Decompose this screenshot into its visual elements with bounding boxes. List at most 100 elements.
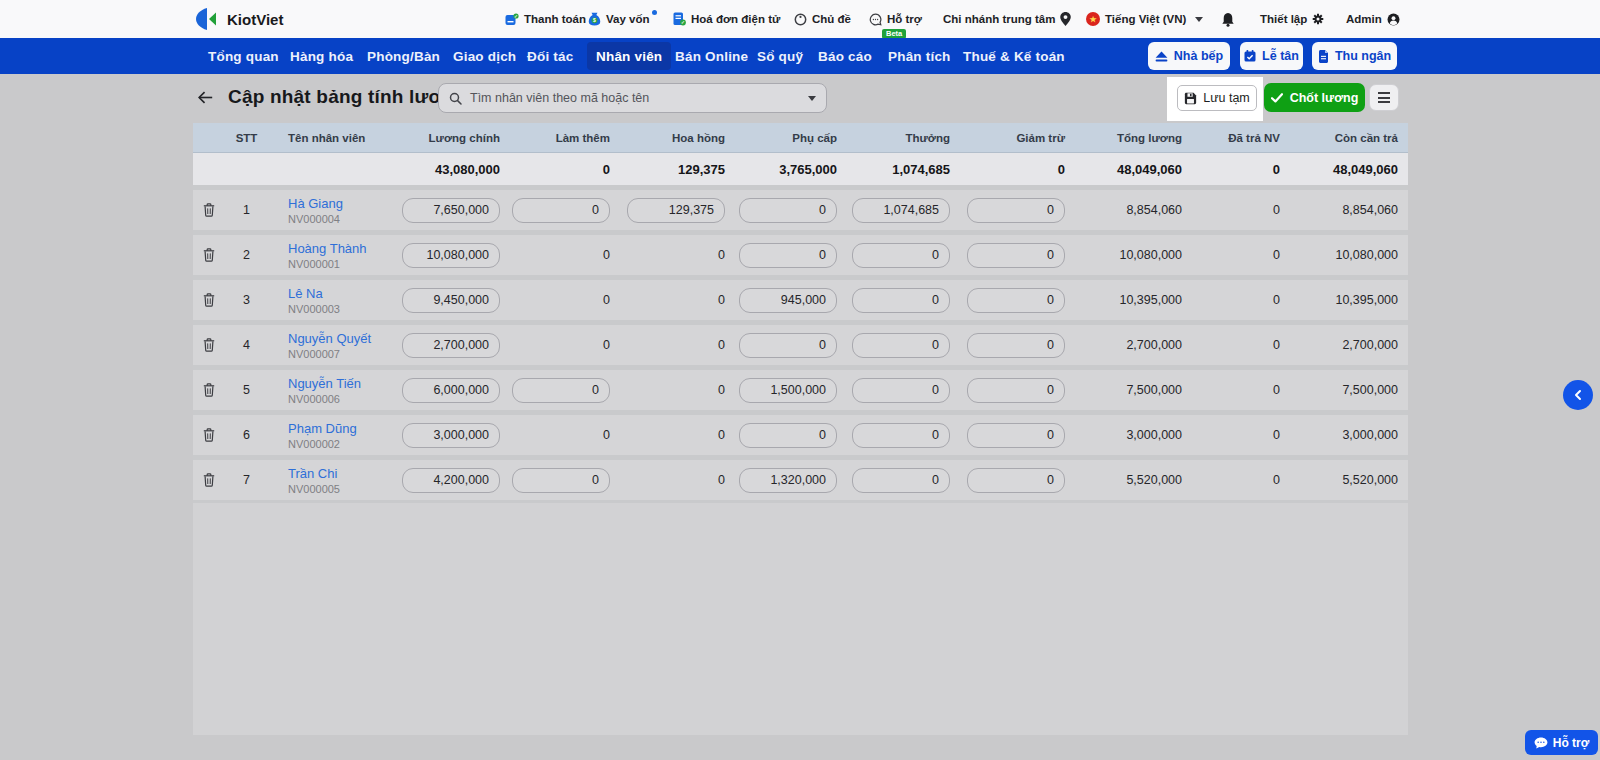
salary-input[interactable]: 129,375 xyxy=(627,198,725,223)
employee-name-link[interactable]: Nguyễn Quyết xyxy=(288,331,371,346)
salary-input[interactable]: 0 xyxy=(739,333,837,358)
trash-icon[interactable] xyxy=(203,338,215,352)
nha-bep-button[interactable]: Nhà bếp xyxy=(1148,42,1230,70)
nav-tab-10[interactable]: Phân tích xyxy=(888,38,951,74)
cell-4: 0 xyxy=(837,468,950,493)
salary-input[interactable]: 9,450,000 xyxy=(402,288,500,313)
trash-icon[interactable] xyxy=(203,203,215,217)
thu-ngan-button[interactable]: Thu ngân xyxy=(1312,42,1397,70)
employee-name-link[interactable]: Nguyễn Tiến xyxy=(288,376,361,391)
topbar-item-admin[interactable]: Admin xyxy=(1346,0,1400,38)
summary-value-0: 43,080,000 xyxy=(390,162,500,177)
table-row: 5Nguyễn TiếnNV0000066,000,000001,500,000… xyxy=(193,365,1408,410)
row-index: 3 xyxy=(225,293,268,307)
salary-input[interactable]: 1,074,685 xyxy=(852,198,950,223)
salary-input[interactable]: 0 xyxy=(967,333,1065,358)
language-caret-icon xyxy=(1195,17,1203,22)
salary-input[interactable]: 6,000,000 xyxy=(402,378,500,403)
cell-2: 0 xyxy=(610,248,725,262)
nav-tab-1[interactable]: Tổng quan xyxy=(208,38,279,74)
delete-row-button[interactable] xyxy=(193,338,225,352)
delete-row-button[interactable] xyxy=(193,293,225,307)
salary-input[interactable]: 4,200,000 xyxy=(402,468,500,493)
cell-0: 6,000,000 xyxy=(390,378,500,403)
salary-input[interactable]: 0 xyxy=(967,468,1065,493)
le-tan-button[interactable]: Lễ tân xyxy=(1240,42,1303,70)
salary-input[interactable]: 0 xyxy=(739,198,837,223)
delete-row-button[interactable] xyxy=(193,248,225,262)
notifications-button[interactable] xyxy=(1221,0,1235,38)
salary-input[interactable]: 0 xyxy=(967,378,1065,403)
salary-input[interactable]: 0 xyxy=(512,378,610,403)
search-dropdown-caret-icon[interactable] xyxy=(808,96,816,101)
salary-input[interactable]: 0 xyxy=(967,243,1065,268)
salary-input[interactable]: 0 xyxy=(852,333,950,358)
finalize-salary-button[interactable]: Chốt lương xyxy=(1264,83,1365,112)
nav-tab-5[interactable]: Đối tác xyxy=(527,38,573,74)
topbar-item-lang[interactable]: ★Tiếng Việt (VN) xyxy=(1086,0,1203,38)
salary-input[interactable]: 0 xyxy=(967,423,1065,448)
trash-icon[interactable] xyxy=(203,293,215,307)
save-draft-button[interactable]: Lưu tạm xyxy=(1177,85,1257,111)
nav-tab-11[interactable]: Thuế & Kế toán xyxy=(963,38,1065,74)
nav-tab-8[interactable]: Sổ quỹ xyxy=(757,38,803,74)
delete-row-button[interactable] xyxy=(193,383,225,397)
salary-input[interactable]: 0 xyxy=(967,288,1065,313)
nav-tab-3[interactable]: Phòng/Bàn xyxy=(367,38,440,74)
table-summary-row: 43,080,0000129,3753,765,0001,074,685048,… xyxy=(193,153,1408,185)
salary-input[interactable]: 10,080,000 xyxy=(402,243,500,268)
topbar-item-vay-von[interactable]: $Vay vốn xyxy=(588,0,657,38)
delete-row-button[interactable] xyxy=(193,428,225,442)
salary-input[interactable]: 0 xyxy=(739,423,837,448)
help-button[interactable]: Hỗ trợ xyxy=(1525,730,1598,755)
salary-input[interactable]: 0 xyxy=(512,468,610,493)
topbar-item-thanh-toan[interactable]: ✓Thanh toán xyxy=(505,0,586,38)
back-button[interactable] xyxy=(196,89,214,106)
topbar-item-chu-de[interactable]: Chủ đề xyxy=(794,0,851,38)
row-index: 4 xyxy=(225,338,268,352)
salary-input[interactable]: 0 xyxy=(852,243,950,268)
topbar-item-hoa-don[interactable]: ✓Hoá đơn điện tử xyxy=(673,0,780,38)
salary-input[interactable]: 0 xyxy=(967,198,1065,223)
more-menu-button[interactable] xyxy=(1369,84,1399,111)
nav-tab-6[interactable]: Nhân viên xyxy=(587,42,671,70)
cell-3: 945,000 xyxy=(725,288,837,313)
cell-6: 7,500,000 xyxy=(1065,383,1182,397)
row-index: 6 xyxy=(225,428,268,442)
salary-input[interactable]: 945,000 xyxy=(739,288,837,313)
employee-name-link[interactable]: Lê Na xyxy=(288,286,340,301)
topbar-item-chi-nhanh[interactable]: Chi nhánh trung tâm xyxy=(943,0,1071,38)
salary-input[interactable]: 0 xyxy=(739,243,837,268)
main-nav: Tổng quan Hàng hóa Phòng/Bàn Giao dịch Đối t… xyxy=(0,38,1600,74)
nav-tab-2[interactable]: Hàng hóa xyxy=(290,38,353,74)
salary-input[interactable]: 0 xyxy=(852,423,950,448)
trash-icon[interactable] xyxy=(203,383,215,397)
trash-icon[interactable] xyxy=(203,473,215,487)
nav-tab-9[interactable]: Báo cáo xyxy=(818,38,872,74)
employee-name-link[interactable]: Trần Chi xyxy=(288,466,340,481)
employee-name-link[interactable]: Phạm Dũng xyxy=(288,421,357,436)
cell-0: 7,650,000 xyxy=(390,198,500,223)
employee-name-link[interactable]: Hoàng Thành xyxy=(288,241,367,256)
trash-icon[interactable] xyxy=(203,248,215,262)
delete-row-button[interactable] xyxy=(193,203,225,217)
search-input[interactable]: Tìm nhân viên theo mã hoặc tên xyxy=(438,83,827,113)
nav-tab-7[interactable]: Bán Online xyxy=(675,38,748,74)
salary-input[interactable]: 0 xyxy=(852,288,950,313)
nav-tab-4[interactable]: Giao dịch xyxy=(453,38,516,74)
salary-input[interactable]: 1,320,000 xyxy=(739,468,837,493)
topbar-item-thiet-lap[interactable]: Thiết lập xyxy=(1260,0,1324,38)
collapse-panel-button[interactable] xyxy=(1563,380,1593,410)
trash-icon[interactable] xyxy=(203,428,215,442)
employee-name-link[interactable]: Hà Giang xyxy=(288,196,343,211)
salary-input[interactable]: 0 xyxy=(852,468,950,493)
salary-input[interactable]: 0 xyxy=(512,198,610,223)
delete-row-button[interactable] xyxy=(193,473,225,487)
salary-input[interactable]: 2,700,000 xyxy=(402,333,500,358)
notification-bell-icon xyxy=(1221,12,1235,27)
salary-input[interactable]: 7,650,000 xyxy=(402,198,500,223)
salary-input[interactable]: 0 xyxy=(852,378,950,403)
salary-input[interactable]: 3,000,000 xyxy=(402,423,500,448)
salary-input[interactable]: 1,500,000 xyxy=(739,378,837,403)
table-header-row: STTTên nhân viênLương chínhLàm thêmHoa h… xyxy=(193,123,1408,153)
